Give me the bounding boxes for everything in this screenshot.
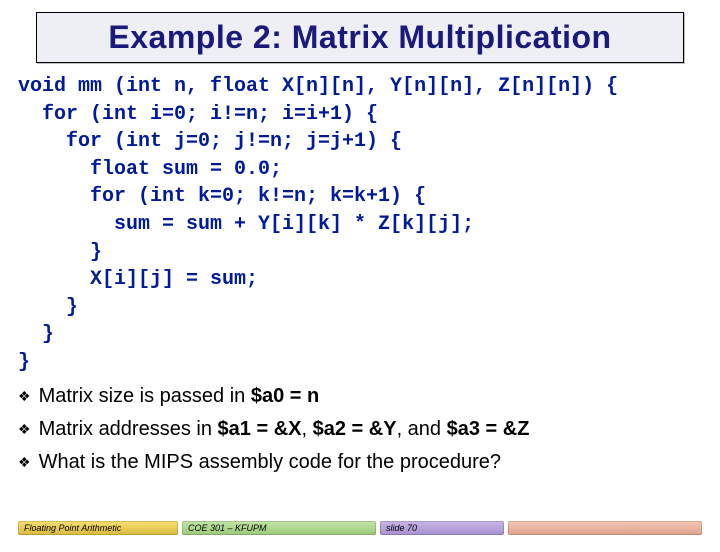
bold-text: $a1 = &X [218, 418, 302, 440]
code-block: void mm (int n, float X[n][n], Y[n][n], … [18, 73, 720, 377]
list-item: ❖ What is the MIPS assembly code for the… [18, 451, 702, 474]
footer-segment-right: slide 70 [380, 521, 504, 535]
diamond-icon: ❖ [18, 388, 31, 405]
slide-footer: Floating Point Arithmetic COE 301 – KFUP… [18, 518, 702, 538]
text: , and [397, 418, 447, 440]
bold-text: $a0 = n [251, 385, 319, 407]
slide-title-box: Example 2: Matrix Multiplication [36, 12, 684, 63]
footer-left-text: Floating Point Arithmetic [24, 523, 121, 533]
bullet-text: Matrix addresses in $a1 = &X, $a2 = &Y, … [39, 418, 530, 441]
bullet-text: Matrix size is passed in $a0 = n [39, 385, 320, 408]
diamond-icon: ❖ [18, 421, 31, 438]
bullet-list: ❖ Matrix size is passed in $a0 = n ❖ Mat… [18, 385, 702, 474]
bullet-text: What is the MIPS assembly code for the p… [39, 451, 501, 474]
list-item: ❖ Matrix size is passed in $a0 = n [18, 385, 702, 408]
footer-segment-mid: COE 301 – KFUPM [182, 521, 376, 535]
text: Matrix size is passed in [39, 385, 251, 407]
footer-mid-text: COE 301 – KFUPM [188, 523, 267, 533]
text: , [301, 418, 312, 440]
slide-title: Example 2: Matrix Multiplication [45, 19, 675, 56]
footer-right-text: slide 70 [386, 523, 417, 533]
text: Matrix addresses in [39, 418, 218, 440]
footer-segment-fill [508, 521, 702, 535]
list-item: ❖ Matrix addresses in $a1 = &X, $a2 = &Y… [18, 418, 702, 441]
footer-segment-left: Floating Point Arithmetic [18, 521, 178, 535]
bold-text: $a3 = &Z [447, 418, 530, 440]
bold-text: $a2 = &Y [313, 418, 397, 440]
diamond-icon: ❖ [18, 454, 31, 471]
